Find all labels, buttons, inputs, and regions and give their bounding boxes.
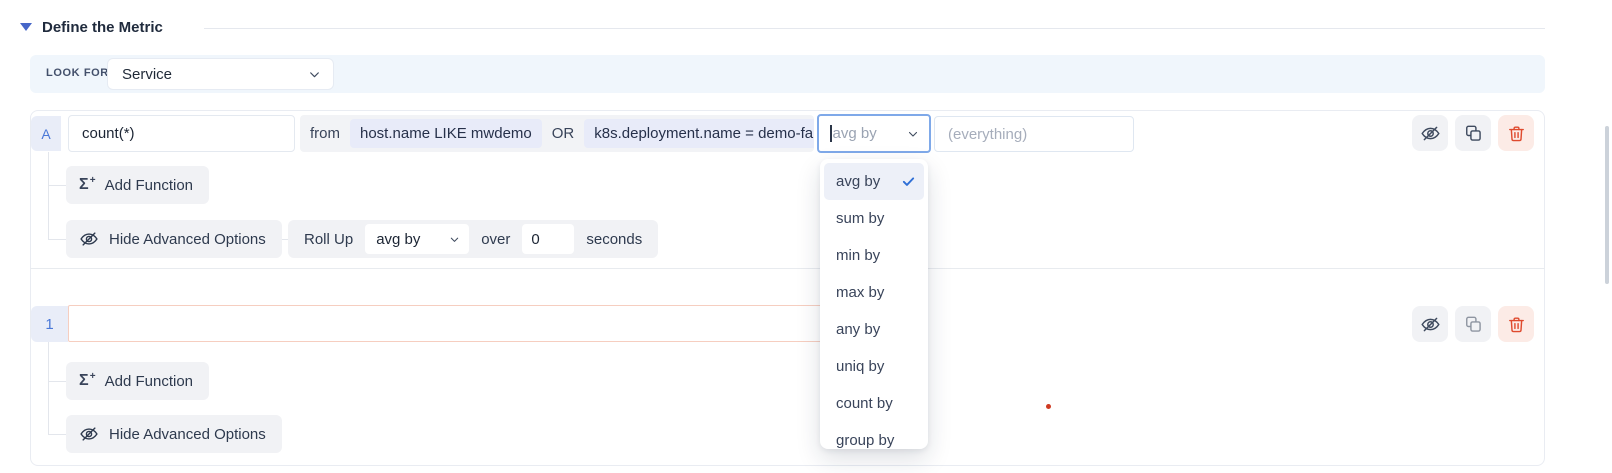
- hide-row-button[interactable]: [1412, 306, 1448, 342]
- chevron-down-icon: [449, 234, 460, 245]
- hide-advanced-label: Hide Advanced Options: [109, 231, 266, 248]
- dropdown-option[interactable]: group by: [824, 422, 924, 449]
- filter-operator-label: OR: [552, 125, 575, 142]
- row-divider: [30, 268, 1545, 269]
- tree-connector: [48, 342, 49, 434]
- red-dot: [1046, 404, 1051, 409]
- delete-row-button[interactable]: [1498, 306, 1534, 342]
- filter-chip-host[interactable]: host.name LIKE mwdemo: [350, 119, 542, 148]
- hide-advanced-label: Hide Advanced Options: [109, 426, 266, 443]
- rollup-interval-input[interactable]: [522, 224, 574, 254]
- chevron-down-icon: [907, 128, 919, 140]
- row-badge-1: 1: [31, 306, 68, 342]
- hide-row-button[interactable]: [1412, 115, 1448, 151]
- filter-strip: from host.name LIKE mwdemo OR k8s.deploy…: [300, 115, 814, 152]
- tree-connector: [48, 185, 66, 186]
- trash-icon: [1507, 315, 1526, 334]
- section-title: Define the Metric: [42, 19, 163, 36]
- dropdown-option[interactable]: uniq by: [824, 348, 924, 385]
- duplicate-row-button[interactable]: [1455, 306, 1491, 342]
- sigma-plus-icon: Σ+: [79, 176, 95, 194]
- aggregation-placeholder: avg by: [833, 125, 908, 142]
- tree-connector: [48, 152, 49, 239]
- hide-advanced-options-button[interactable]: Hide Advanced Options: [66, 415, 282, 453]
- add-function-label: Add Function: [105, 373, 193, 390]
- delete-row-button[interactable]: [1498, 115, 1534, 151]
- dropdown-option-label: group by: [836, 432, 916, 449]
- group-by-input[interactable]: [934, 116, 1134, 152]
- duplicate-row-button[interactable]: [1455, 115, 1491, 151]
- dropdown-option[interactable]: sum by: [824, 200, 924, 237]
- eye-off-icon: [1420, 314, 1441, 335]
- rollup-method-select[interactable]: avg by: [365, 224, 469, 254]
- seconds-label: seconds: [586, 231, 642, 248]
- rollup-group: Roll Up avg by over seconds: [288, 220, 658, 258]
- add-function-button[interactable]: Σ+ Add Function: [66, 166, 209, 204]
- trash-icon: [1507, 124, 1526, 143]
- from-label: from: [310, 125, 340, 142]
- metric-panel: [30, 110, 1545, 466]
- tree-connector: [48, 381, 66, 382]
- dropdown-option[interactable]: count by: [824, 385, 924, 422]
- filter-chip-k8s[interactable]: k8s.deployment.name = demo-fa: [584, 119, 814, 148]
- rollup-method-value: avg by: [376, 231, 420, 248]
- check-icon: [901, 174, 916, 189]
- add-function-button[interactable]: Σ+ Add Function: [66, 362, 209, 400]
- look-for-label: LOOK FOR: [46, 67, 109, 79]
- hide-advanced-options-button[interactable]: Hide Advanced Options: [66, 220, 282, 258]
- eye-off-icon: [79, 229, 99, 249]
- copy-icon: [1463, 314, 1483, 334]
- aggregation-select[interactable]: avg by: [817, 114, 931, 153]
- metric-expression-input[interactable]: [68, 115, 295, 152]
- query-input-row-1[interactable]: [68, 305, 898, 342]
- dropdown-option[interactable]: max by: [824, 274, 924, 311]
- aggregation-dropdown-menu: avg by sum by min by max by any by uniq …: [820, 159, 928, 449]
- dropdown-option-label: avg by: [836, 173, 901, 190]
- text-caret: [830, 125, 832, 142]
- dropdown-option-label: max by: [836, 284, 916, 301]
- metric-builder-screen: Define the Metric LOOK FOR Service A fro…: [0, 0, 1612, 473]
- sigma-plus-icon: Σ+: [79, 372, 95, 390]
- add-function-label: Add Function: [105, 177, 193, 194]
- dropdown-option[interactable]: avg by: [824, 163, 924, 200]
- row-badge-a: A: [31, 116, 61, 151]
- tree-connector: [48, 239, 66, 240]
- dropdown-option-label: count by: [836, 395, 916, 412]
- dropdown-option-label: uniq by: [836, 358, 916, 375]
- collapse-triangle-icon[interactable]: [20, 23, 32, 31]
- chevron-down-icon: [308, 68, 321, 81]
- rollup-label: Roll Up: [304, 231, 353, 248]
- dropdown-option-label: sum by: [836, 210, 916, 227]
- dropdown-option[interactable]: any by: [824, 311, 924, 348]
- eye-off-icon: [1420, 123, 1441, 144]
- dropdown-option[interactable]: min by: [824, 237, 924, 274]
- look-for-value: Service: [122, 66, 172, 83]
- dropdown-option-label: min by: [836, 247, 916, 264]
- look-for-select[interactable]: Service: [107, 58, 334, 90]
- tree-connector: [48, 434, 66, 435]
- dropdown-option-label: any by: [836, 321, 916, 338]
- eye-off-icon: [79, 424, 99, 444]
- over-label: over: [481, 231, 510, 248]
- menu-scrollbar[interactable]: [1605, 126, 1609, 284]
- copy-icon: [1463, 123, 1483, 143]
- header-divider: [204, 28, 1545, 29]
